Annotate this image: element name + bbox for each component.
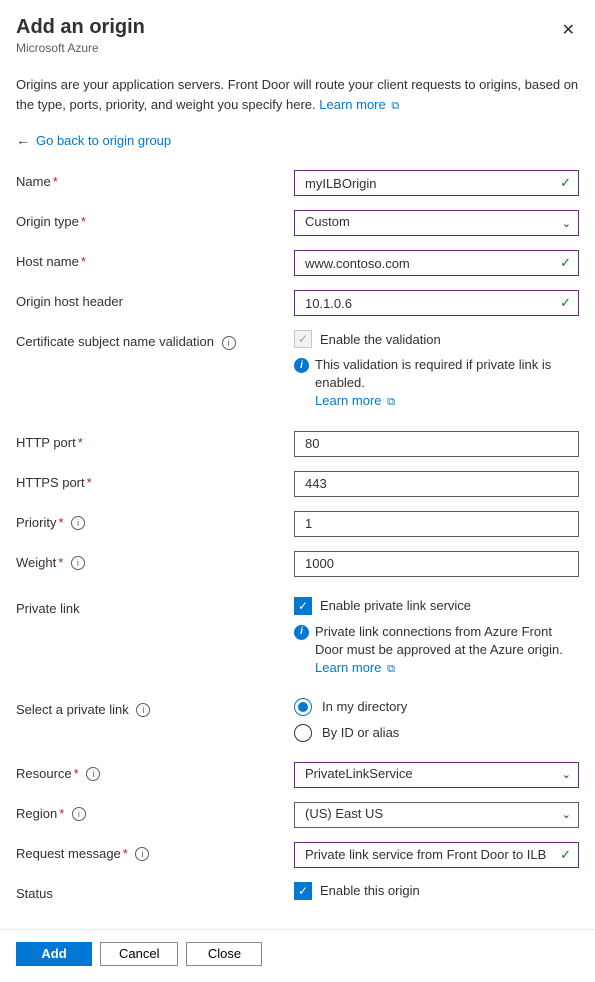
priority-input[interactable] <box>294 511 579 537</box>
close-icon[interactable]: ✕ <box>558 16 579 44</box>
host-name-label: Host name* <box>16 250 294 269</box>
radio-by-id-or-alias[interactable]: By ID or alias <box>294 724 579 742</box>
external-link-icon: ⧉ <box>391 98 399 115</box>
weight-label: Weight* i <box>16 551 294 571</box>
radio-icon <box>294 724 312 742</box>
name-label: Name* <box>16 170 294 189</box>
info-icon: i <box>294 358 309 373</box>
status-label: Status <box>16 882 294 901</box>
origin-host-header-label: Origin host header <box>16 290 294 309</box>
close-button[interactable]: Close <box>186 942 262 966</box>
cert-validation-label: Certificate subject name validation i <box>16 330 294 350</box>
origin-host-header-input[interactable] <box>294 290 579 316</box>
host-name-input[interactable] <box>294 250 579 276</box>
page-subtitle: Microsoft Azure <box>16 41 145 55</box>
http-port-input[interactable] <box>294 431 579 457</box>
weight-input[interactable] <box>294 551 579 577</box>
external-link-icon: ⧉ <box>387 395 395 410</box>
private-link-checkbox-label: Enable private link service <box>320 598 471 613</box>
radio-icon <box>294 698 312 716</box>
description-text: Origins are your application servers. Fr… <box>16 75 579 114</box>
cancel-button[interactable]: Cancel <box>100 942 178 966</box>
radio-in-my-directory[interactable]: In my directory <box>294 698 579 716</box>
private-link-label: Private link <box>16 597 294 616</box>
cert-validation-info: This validation is required if private l… <box>315 357 551 390</box>
add-button[interactable]: Add <box>16 942 92 966</box>
region-select[interactable]: (US) East US <box>294 802 579 828</box>
origin-type-label: Origin type* <box>16 210 294 229</box>
learn-more-link[interactable]: Learn more ⧉ <box>319 97 399 112</box>
back-link[interactable]: ← Go back to origin group <box>16 132 579 148</box>
info-icon[interactable]: i <box>86 767 100 781</box>
resource-label: Resource* i <box>16 762 294 782</box>
info-icon[interactable]: i <box>71 516 85 530</box>
info-icon[interactable]: i <box>135 847 149 861</box>
cert-validation-checkbox[interactable]: ✓ <box>294 330 312 348</box>
private-link-checkbox[interactable]: ✓ <box>294 597 312 615</box>
origin-type-select[interactable]: Custom <box>294 210 579 236</box>
select-private-link-label: Select a private link i <box>16 698 294 718</box>
https-port-label: HTTPS port* <box>16 471 294 490</box>
private-link-info: Private link connections from Azure Fron… <box>315 624 563 657</box>
region-label: Region* i <box>16 802 294 822</box>
cert-validation-checkbox-label: Enable the validation <box>320 332 441 347</box>
info-icon[interactable]: i <box>71 556 85 570</box>
priority-label: Priority* i <box>16 511 294 531</box>
info-icon: i <box>294 625 309 640</box>
info-icon[interactable]: i <box>136 703 150 717</box>
arrow-left-icon: ← <box>16 132 30 148</box>
private-link-learn-more-link[interactable]: Learn more ⧉ <box>315 660 395 675</box>
request-message-label: Request message* i <box>16 842 294 862</box>
info-icon[interactable]: i <box>72 807 86 821</box>
cert-learn-more-link[interactable]: Learn more ⧉ <box>315 393 395 408</box>
external-link-icon: ⧉ <box>387 662 395 677</box>
https-port-input[interactable] <box>294 471 579 497</box>
name-input[interactable] <box>294 170 579 196</box>
status-checkbox[interactable]: ✓ <box>294 882 312 900</box>
resource-select[interactable]: PrivateLinkService <box>294 762 579 788</box>
status-checkbox-label: Enable this origin <box>320 883 420 898</box>
request-message-input[interactable] <box>294 842 579 868</box>
http-port-label: HTTP port* <box>16 431 294 450</box>
info-icon[interactable]: i <box>222 336 236 350</box>
page-title: Add an origin <box>16 16 145 39</box>
